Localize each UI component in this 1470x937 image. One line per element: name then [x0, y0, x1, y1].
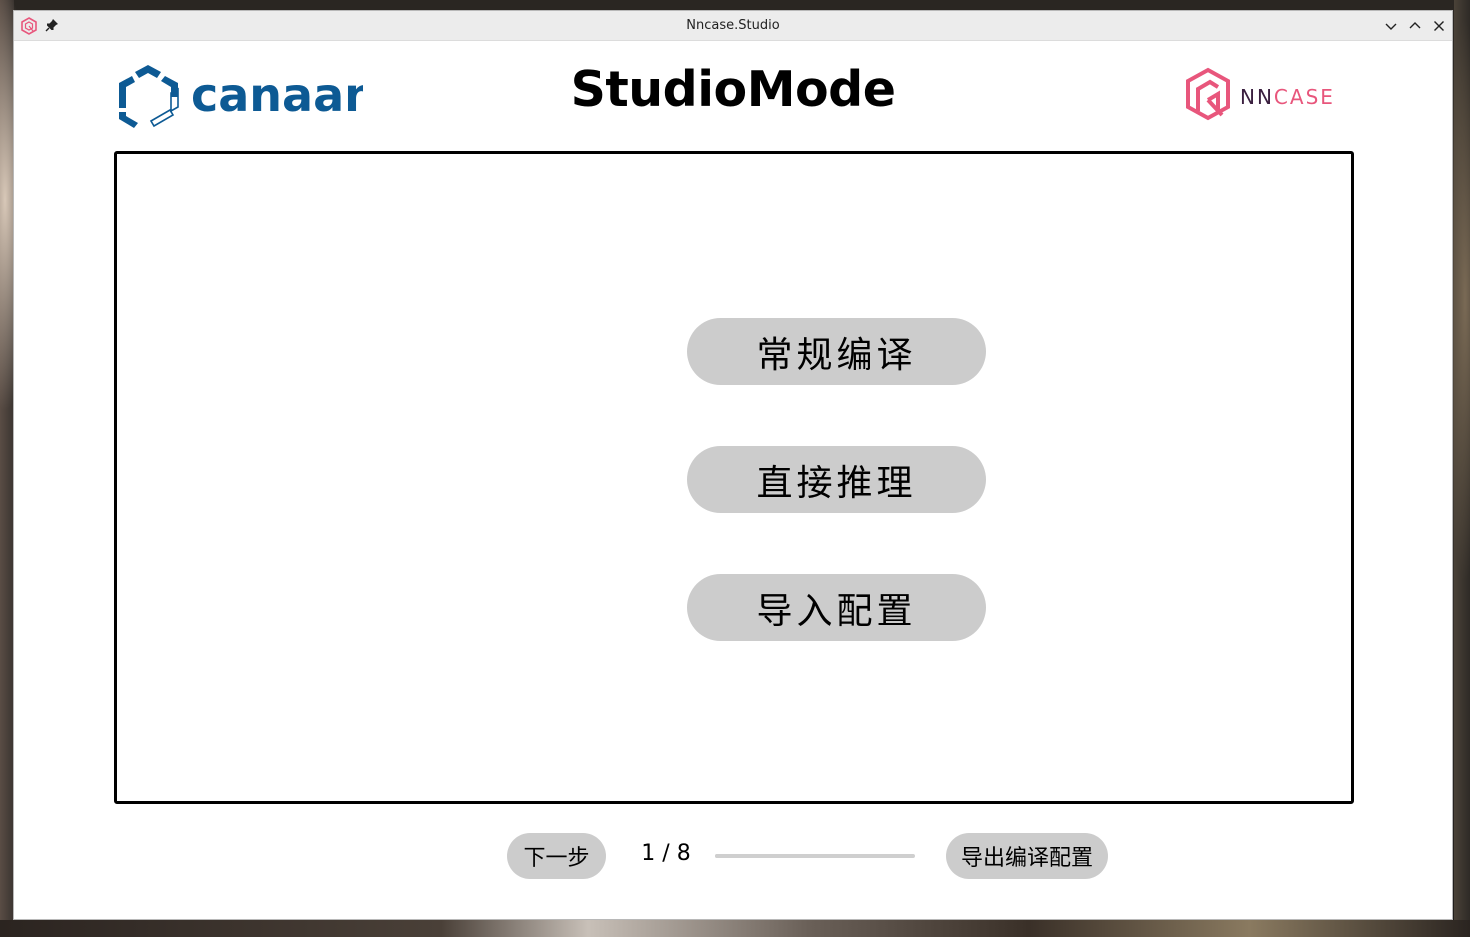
next-step-button[interactable]: 下一步	[507, 833, 606, 879]
app-window: Nncase.Studio canaan StudioMode NNCASE 常…	[13, 10, 1453, 920]
desktop-wallpaper-strip	[0, 920, 1470, 937]
nncase-logo-case: CASE	[1274, 85, 1335, 109]
close-icon	[1434, 21, 1444, 31]
direct-inference-button[interactable]: 直接推理	[687, 446, 986, 513]
progress-bar	[715, 854, 915, 858]
chevron-down-icon	[1385, 23, 1397, 30]
title-bar[interactable]: Nncase.Studio	[14, 11, 1452, 41]
maximize-button[interactable]	[1405, 16, 1425, 36]
minimize-button[interactable]	[1381, 16, 1401, 36]
page-indicator: 1 / 8	[641, 841, 691, 866]
progress-fill	[715, 854, 740, 858]
import-config-button[interactable]: 导入配置	[687, 574, 986, 641]
export-compile-config-button[interactable]: 导出编译配置	[946, 833, 1108, 879]
normal-compile-button[interactable]: 常规编译	[687, 318, 986, 385]
content-panel: 常规编译 直接推理 导入配置	[114, 151, 1354, 804]
nncase-logo-text: NNCASE	[1240, 85, 1335, 109]
chevron-up-icon	[1409, 22, 1421, 29]
window-title: Nncase.Studio	[686, 18, 780, 33]
nncase-logo-nn: NN	[1240, 85, 1274, 109]
nncase-logo: NNCASE	[1186, 67, 1335, 121]
close-button[interactable]	[1429, 16, 1449, 36]
